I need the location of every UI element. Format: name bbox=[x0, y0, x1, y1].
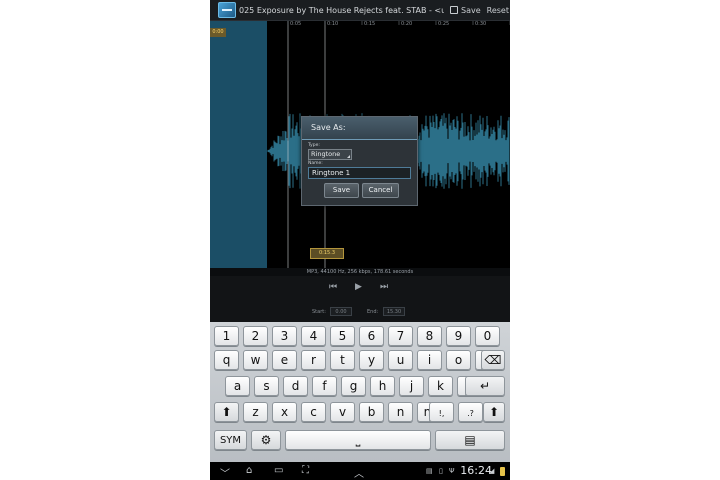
enter-key[interactable]: ↵ bbox=[465, 376, 505, 396]
system-nav-bar: ﹀ ⌂ ▭ ⛶ ︿ ▤ ▯ Ψ 16:24 ◢ bbox=[210, 462, 510, 480]
key-r[interactable]: r bbox=[301, 350, 326, 370]
clock: 16:24 bbox=[460, 464, 492, 477]
key-h[interactable]: h bbox=[370, 376, 395, 396]
title-bar: 025 Exposure by The House Rejects feat. … bbox=[210, 0, 510, 21]
dialog-buttons: Save Cancel bbox=[324, 183, 399, 198]
dialog-title: Save As: bbox=[302, 117, 417, 140]
shift-key-right[interactable]: ⬆ bbox=[483, 402, 505, 422]
onscreen-keyboard: 1234567890qwertyuiop⌫asdfghjkl↵⬆zxcvbnm!… bbox=[210, 322, 510, 462]
tick-label: 0:10 bbox=[327, 21, 339, 27]
key-g[interactable]: g bbox=[341, 376, 366, 396]
usb-icon: Ψ bbox=[449, 467, 455, 475]
key-0[interactable]: 0 bbox=[475, 326, 500, 346]
key-3[interactable]: 3 bbox=[272, 326, 297, 346]
key-j[interactable]: j bbox=[399, 376, 424, 396]
skip-previous-icon[interactable]: ⏮ bbox=[329, 282, 337, 292]
key-z[interactable]: z bbox=[243, 402, 268, 422]
save-button[interactable]: Save bbox=[450, 6, 481, 15]
battery-icon bbox=[500, 467, 505, 476]
key-x[interactable]: x bbox=[272, 402, 297, 422]
recent-apps-icon[interactable]: ▭ bbox=[274, 465, 283, 476]
keyboard-status-icon: ▤ bbox=[426, 467, 433, 475]
end-marker-handle[interactable]: 0:15.3 bbox=[310, 248, 344, 259]
space-key[interactable]: ⎵ bbox=[285, 430, 431, 450]
tick-label: 0:05 bbox=[290, 21, 302, 27]
dialog-save-button[interactable]: Save bbox=[324, 183, 359, 198]
start-time-label: Start: bbox=[312, 309, 326, 315]
key-a[interactable]: a bbox=[225, 376, 250, 396]
tick-label: 0:20 bbox=[401, 21, 413, 27]
comma-key[interactable]: !, bbox=[429, 402, 454, 422]
save-as-dialog: Save As: Type: Ringtone Name: Ringtone 1… bbox=[301, 116, 418, 206]
hide-keyboard-icon[interactable]: ﹀ bbox=[220, 465, 230, 480]
key-6[interactable]: 6 bbox=[359, 326, 384, 346]
home-icon[interactable]: ⌂ bbox=[246, 465, 252, 476]
key-5[interactable]: 5 bbox=[330, 326, 355, 346]
key-k[interactable]: k bbox=[428, 376, 453, 396]
key-t[interactable]: t bbox=[330, 350, 355, 370]
period-key[interactable]: .? bbox=[458, 402, 483, 422]
chevron-up-icon[interactable]: ︿ bbox=[354, 465, 364, 480]
period-key-label: .? bbox=[467, 409, 474, 418]
tick-label: 0:25 bbox=[438, 21, 450, 27]
key-2[interactable]: 2 bbox=[243, 326, 268, 346]
end-time-input[interactable]: 15.30 bbox=[383, 307, 405, 316]
type-select[interactable]: Ringtone bbox=[308, 149, 352, 160]
end-time-label: End: bbox=[367, 309, 379, 315]
sd-card-icon: ▯ bbox=[439, 467, 443, 475]
key-n[interactable]: n bbox=[388, 402, 413, 422]
sym-key[interactable]: SYM bbox=[214, 430, 247, 450]
track-title: 025 Exposure by The House Rejects feat. … bbox=[239, 5, 444, 15]
transport-panel: ⏮ ▶ ⏭ Start: 0.00 End: 15.30 bbox=[210, 276, 510, 326]
app-icon bbox=[218, 2, 236, 18]
key-s[interactable]: s bbox=[254, 376, 279, 396]
key-9[interactable]: 9 bbox=[446, 326, 471, 346]
key-d[interactable]: d bbox=[283, 376, 308, 396]
reset-button[interactable]: Reset bbox=[487, 6, 509, 15]
key-u[interactable]: u bbox=[388, 350, 413, 370]
signal-icon: ◢ bbox=[489, 467, 495, 475]
tick-label: 0:30 bbox=[475, 21, 487, 27]
key-c[interactable]: c bbox=[301, 402, 326, 422]
backspace-key[interactable]: ⌫ bbox=[481, 350, 505, 370]
key-q[interactable]: q bbox=[214, 350, 239, 370]
key-i[interactable]: i bbox=[417, 350, 442, 370]
name-input[interactable]: Ringtone 1 bbox=[308, 167, 411, 179]
save-button-label: Save bbox=[461, 5, 481, 15]
reset-button-label: Reset bbox=[486, 5, 509, 15]
tick-label: 0:15 bbox=[364, 21, 376, 27]
name-label: Name: bbox=[308, 161, 323, 166]
key-y[interactable]: y bbox=[359, 350, 384, 370]
comma-key-label: !, bbox=[438, 409, 445, 418]
audio-info: MP3, 44100 Hz, 256 kbps, 178.61 seconds bbox=[306, 269, 414, 275]
device-screen: 025 Exposure by The House Rejects feat. … bbox=[210, 0, 510, 480]
key-1[interactable]: 1 bbox=[214, 326, 239, 346]
key-v[interactable]: v bbox=[330, 402, 355, 422]
key-8[interactable]: 8 bbox=[417, 326, 442, 346]
key-b[interactable]: b bbox=[359, 402, 384, 422]
shift-key-left[interactable]: ⬆ bbox=[214, 402, 239, 422]
skip-next-icon[interactable]: ⏭ bbox=[380, 282, 388, 292]
dialog-cancel-button[interactable]: Cancel bbox=[362, 183, 399, 198]
save-icon bbox=[450, 6, 458, 14]
start-marker-handle[interactable]: 0:00 bbox=[210, 28, 226, 37]
settings-key[interactable]: ⚙ bbox=[251, 430, 281, 450]
key-o[interactable]: o bbox=[446, 350, 471, 370]
start-time-input[interactable]: 0.00 bbox=[330, 307, 352, 316]
key-4[interactable]: 4 bbox=[301, 326, 326, 346]
key-7[interactable]: 7 bbox=[388, 326, 413, 346]
key-w[interactable]: w bbox=[243, 350, 268, 370]
screenshot-icon[interactable]: ⛶ bbox=[302, 465, 309, 476]
play-icon[interactable]: ▶ bbox=[355, 282, 362, 292]
key-f[interactable]: f bbox=[312, 376, 337, 396]
type-label: Type: bbox=[308, 143, 320, 148]
key-e[interactable]: e bbox=[272, 350, 297, 370]
clipboard-key[interactable]: ▤ bbox=[435, 430, 505, 450]
selection-region bbox=[210, 21, 267, 268]
